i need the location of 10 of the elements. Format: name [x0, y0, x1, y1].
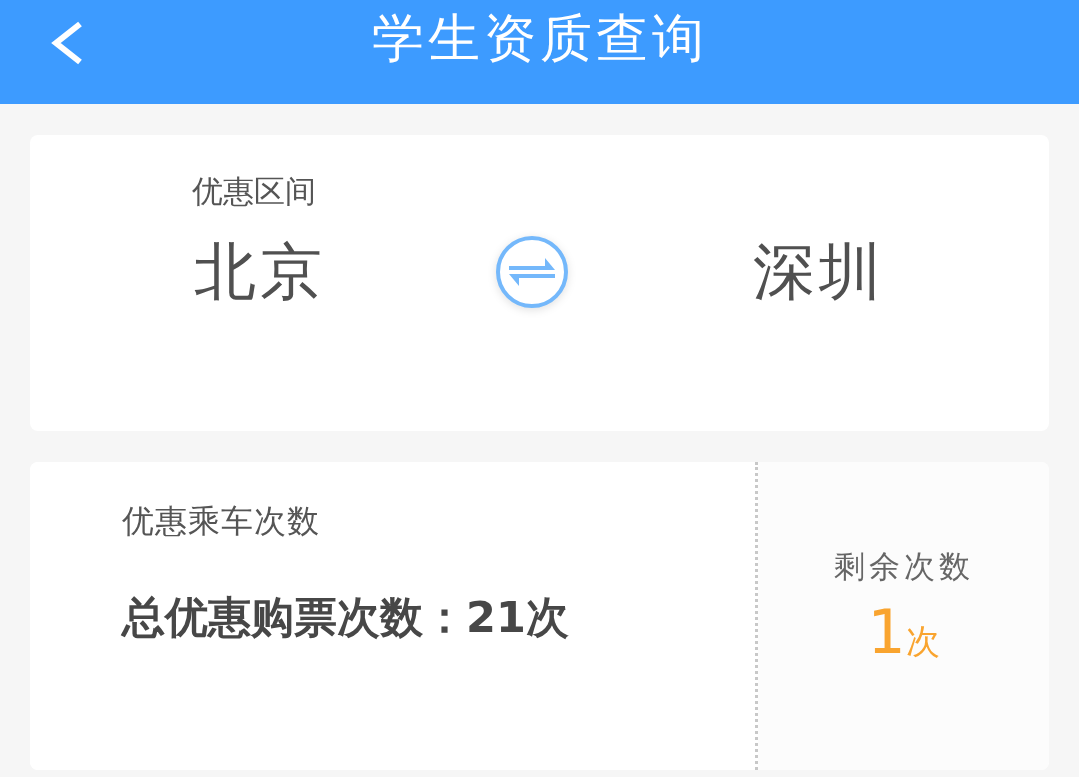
- ride-count-label: 优惠乘车次数: [122, 502, 320, 541]
- total-purchase-count: 总优惠购票次数：21次: [122, 592, 569, 644]
- swap-arrows-icon: [494, 234, 570, 311]
- destination-city[interactable]: 深圳: [753, 235, 885, 310]
- remaining-count: 1 次: [867, 599, 940, 666]
- back-chevron-icon: [50, 21, 84, 65]
- origin-city[interactable]: 北京: [194, 235, 326, 310]
- remaining-label: 剩余次数: [833, 548, 974, 586]
- route-label: 优惠区间: [192, 173, 316, 211]
- page-title: 学生资质查询: [371, 9, 708, 69]
